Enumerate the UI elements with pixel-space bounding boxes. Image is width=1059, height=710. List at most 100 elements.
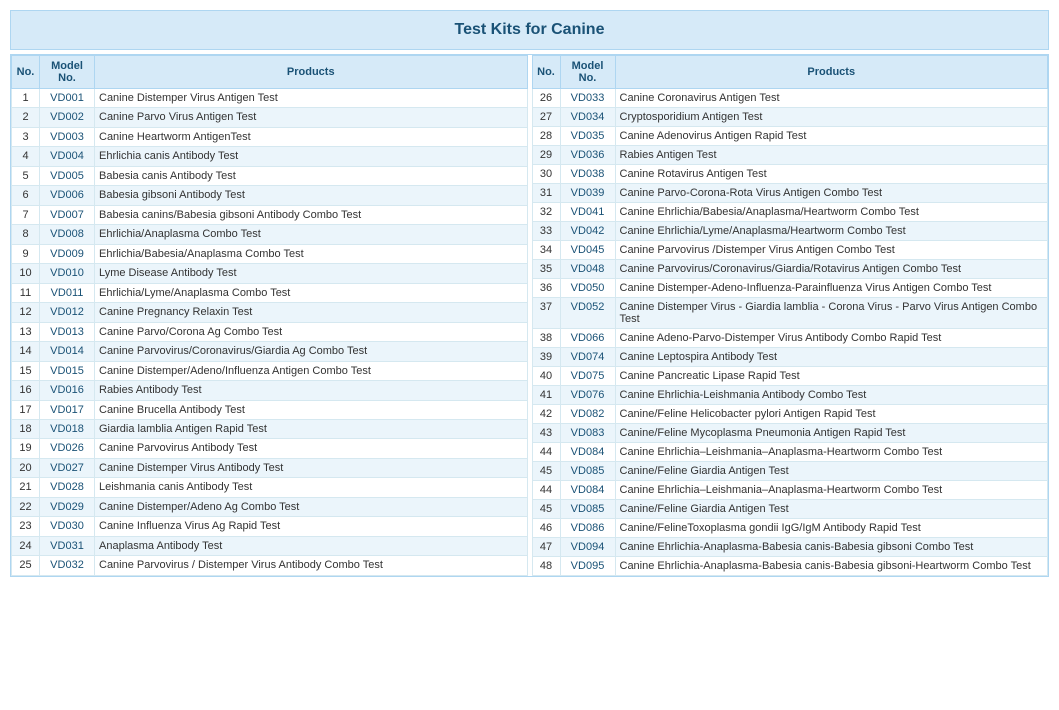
row-no: 45	[532, 462, 560, 481]
table-row: 33VD042Canine Ehrlichia/Lyme/Anaplasma/H…	[532, 222, 1048, 241]
table-row: 6VD006Babesia gibsoni Antibody Test	[12, 186, 528, 205]
row-model: VD018	[40, 419, 95, 438]
table-row: 48VD095Canine Ehrlichia-Anaplasma-Babesi…	[532, 557, 1048, 576]
row-no: 36	[532, 279, 560, 298]
table-row: 36VD050Canine Distemper-Adeno-Influenza-…	[532, 279, 1048, 298]
table-row: 29VD036Rabies Antigen Test	[532, 146, 1048, 165]
row-product: Rabies Antibody Test	[95, 381, 528, 400]
table-row: 43VD083Canine/Feline Mycoplasma Pneumoni…	[532, 424, 1048, 443]
table-row: 39VD074Canine Leptospira Antibody Test	[532, 348, 1048, 367]
row-model: VD035	[560, 127, 615, 146]
table-row: 7VD007Babesia canins/Babesia gibsoni Ant…	[12, 205, 528, 224]
row-no: 20	[12, 458, 40, 477]
row-product: Canine Adeno-Parvo-Distemper Virus Antib…	[615, 329, 1048, 348]
row-product: Lyme Disease Antibody Test	[95, 264, 528, 283]
table-row: 10VD010Lyme Disease Antibody Test	[12, 264, 528, 283]
row-no: 12	[12, 303, 40, 322]
row-product: Babesia canis Antibody Test	[95, 166, 528, 185]
row-no: 43	[532, 424, 560, 443]
table-row: 16VD016Rabies Antibody Test	[12, 381, 528, 400]
row-no: 44	[532, 481, 560, 500]
table-row: 15VD015Canine Distemper/Adeno/Influenza …	[12, 361, 528, 380]
table-row: 38VD066Canine Adeno-Parvo-Distemper Viru…	[532, 329, 1048, 348]
row-model: VD009	[40, 244, 95, 263]
row-no: 39	[532, 348, 560, 367]
table-row: 3VD003Canine Heartworm AntigenTest	[12, 127, 528, 146]
row-model: VD086	[560, 519, 615, 538]
row-model: VD028	[40, 478, 95, 497]
table-row: 13VD013Canine Parvo/Corona Ag Combo Test	[12, 322, 528, 341]
table-row: 9VD009Ehrlichia/Babesia/Anaplasma Combo …	[12, 244, 528, 263]
row-no: 47	[532, 538, 560, 557]
row-model: VD029	[40, 497, 95, 516]
row-product: Canine/Feline Mycoplasma Pneumonia Antig…	[615, 424, 1048, 443]
row-model: VD033	[560, 89, 615, 108]
row-product: Babesia gibsoni Antibody Test	[95, 186, 528, 205]
row-product: Rabies Antigen Test	[615, 146, 1048, 165]
row-model: VD014	[40, 342, 95, 361]
row-model: VD002	[40, 108, 95, 127]
table-container: No. Model No. Products 1VD001Canine Dist…	[10, 54, 1049, 577]
row-no: 16	[12, 381, 40, 400]
row-model: VD034	[560, 108, 615, 127]
row-model: VD041	[560, 203, 615, 222]
row-no: 32	[532, 203, 560, 222]
row-product: Ehrlichia canis Antibody Test	[95, 147, 528, 166]
row-no: 48	[532, 557, 560, 576]
row-product: Babesia canins/Babesia gibsoni Antibody …	[95, 205, 528, 224]
table-row: 8VD008Ehrlichia/Anaplasma Combo Test	[12, 225, 528, 244]
row-no: 35	[532, 260, 560, 279]
row-product: Canine Distemper Virus Antibody Test	[95, 458, 528, 477]
row-no: 41	[532, 386, 560, 405]
table-row: 44VD084Canine Ehrlichia–Leishmania–Anapl…	[532, 443, 1048, 462]
row-no: 27	[532, 108, 560, 127]
row-model: VD045	[560, 241, 615, 260]
row-product: Canine Distemper-Adeno-Influenza-Parainf…	[615, 279, 1048, 298]
table-row: 45VD085Canine/Feline Giardia Antigen Tes…	[532, 500, 1048, 519]
row-product: Canine Influenza Virus Ag Rapid Test	[95, 517, 528, 536]
row-no: 28	[532, 127, 560, 146]
row-no: 22	[12, 497, 40, 516]
table-row: 22VD029Canine Distemper/Adeno Ag Combo T…	[12, 497, 528, 516]
row-product: Canine Parvovirus/Coronavirus/Giardia/Ro…	[615, 260, 1048, 279]
row-model: VD039	[560, 184, 615, 203]
row-product: Canine/Feline Giardia Antigen Test	[615, 462, 1048, 481]
row-no: 37	[532, 298, 560, 329]
row-no: 13	[12, 322, 40, 341]
page-wrapper: Test Kits for Canine No. Model No. Produ…	[0, 0, 1059, 587]
row-no: 11	[12, 283, 40, 302]
row-model: VD084	[560, 443, 615, 462]
row-product: Canine Brucella Antibody Test	[95, 400, 528, 419]
table-row: 14VD014Canine Parvovirus/Coronavirus/Gia…	[12, 342, 528, 361]
row-no: 8	[12, 225, 40, 244]
row-no: 18	[12, 419, 40, 438]
row-model: VD007	[40, 205, 95, 224]
table-row: 26VD033Canine Coronavirus Antigen Test	[532, 89, 1048, 108]
row-model: VD006	[40, 186, 95, 205]
row-product: Canine Parvo-Corona-Rota Virus Antigen C…	[615, 184, 1048, 203]
row-model: VD082	[560, 405, 615, 424]
table-row: 24VD031Anaplasma Antibody Test	[12, 536, 528, 555]
row-model: VD017	[40, 400, 95, 419]
row-model: VD012	[40, 303, 95, 322]
row-product: Canine Parvovirus Antibody Test	[95, 439, 528, 458]
row-product: Canine Distemper/Adeno Ag Combo Test	[95, 497, 528, 516]
row-product: Canine Ehrlichia/Lyme/Anaplasma/Heartwor…	[615, 222, 1048, 241]
row-product: Canine Rotavirus Antigen Test	[615, 165, 1048, 184]
row-model: VD095	[560, 557, 615, 576]
table-row: 27VD034Cryptosporidium Antigen Test	[532, 108, 1048, 127]
row-no: 7	[12, 205, 40, 224]
table-row: 12VD012Canine Pregnancy Relaxin Test	[12, 303, 528, 322]
row-product: Anaplasma Antibody Test	[95, 536, 528, 555]
row-model: VD075	[560, 367, 615, 386]
row-model: VD016	[40, 381, 95, 400]
table-row: 47VD094Canine Ehrlichia-Anaplasma-Babesi…	[532, 538, 1048, 557]
table-row: 34VD045Canine Parvovirus /Distemper Viru…	[532, 241, 1048, 260]
page-title: Test Kits for Canine	[10, 10, 1049, 50]
row-product: Cryptosporidium Antigen Test	[615, 108, 1048, 127]
row-product: Canine Pregnancy Relaxin Test	[95, 303, 528, 322]
row-product: Canine/Feline Giardia Antigen Test	[615, 500, 1048, 519]
row-product: Canine Leptospira Antibody Test	[615, 348, 1048, 367]
row-no: 4	[12, 147, 40, 166]
row-product: Canine Ehrlichia-Leishmania Antibody Com…	[615, 386, 1048, 405]
